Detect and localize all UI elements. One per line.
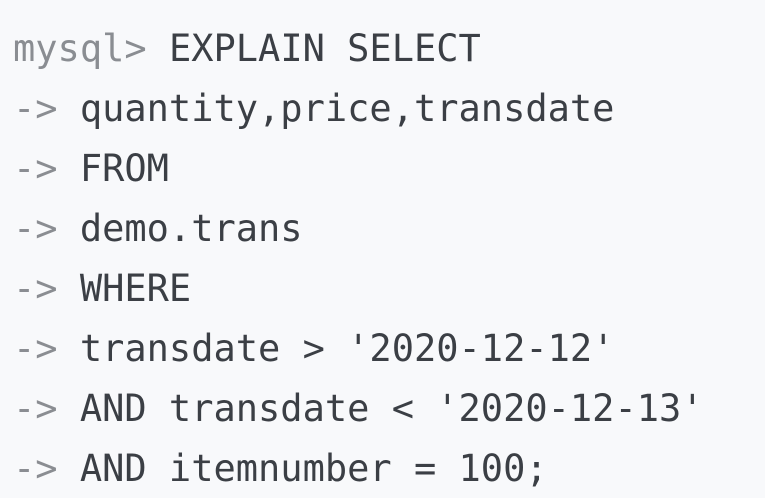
terminal-line: -> AND transdate < '2020-12-13' — [13, 386, 765, 446]
sql-text: demo.trans — [79, 207, 303, 250]
continuation-prompt: -> — [13, 87, 80, 130]
sql-text: EXPLAIN SELECT — [168, 27, 481, 70]
mysql-prompt: mysql> — [13, 27, 169, 70]
sql-text: AND itemnumber = 100; — [79, 447, 548, 490]
sql-text: transdate > '2020-12-12' — [79, 327, 615, 370]
sql-text: FROM — [79, 147, 169, 190]
terminal-line: -> demo.trans — [13, 206, 765, 266]
terminal-line: -> FROM — [13, 146, 765, 206]
terminal-line: mysql> EXPLAIN SELECT — [13, 26, 765, 86]
continuation-prompt: -> — [13, 147, 80, 190]
continuation-prompt: -> — [13, 447, 80, 490]
sql-text: quantity,price,transdate — [79, 87, 615, 130]
terminal-output[interactable]: mysql> EXPLAIN SELECT -> quantity,price,… — [0, 0, 765, 498]
continuation-prompt: -> — [13, 207, 80, 250]
continuation-prompt: -> — [13, 267, 80, 310]
sql-text: AND transdate < '2020-12-13' — [79, 387, 704, 430]
continuation-prompt: -> — [13, 327, 80, 370]
continuation-prompt: -> — [13, 387, 80, 430]
terminal-line: -> AND itemnumber = 100; — [13, 446, 765, 498]
sql-text: WHERE — [79, 267, 192, 310]
terminal-line: -> WHERE — [13, 266, 765, 326]
terminal-line: -> transdate > '2020-12-12' — [13, 326, 765, 386]
terminal-line: -> quantity,price,transdate — [13, 86, 765, 146]
